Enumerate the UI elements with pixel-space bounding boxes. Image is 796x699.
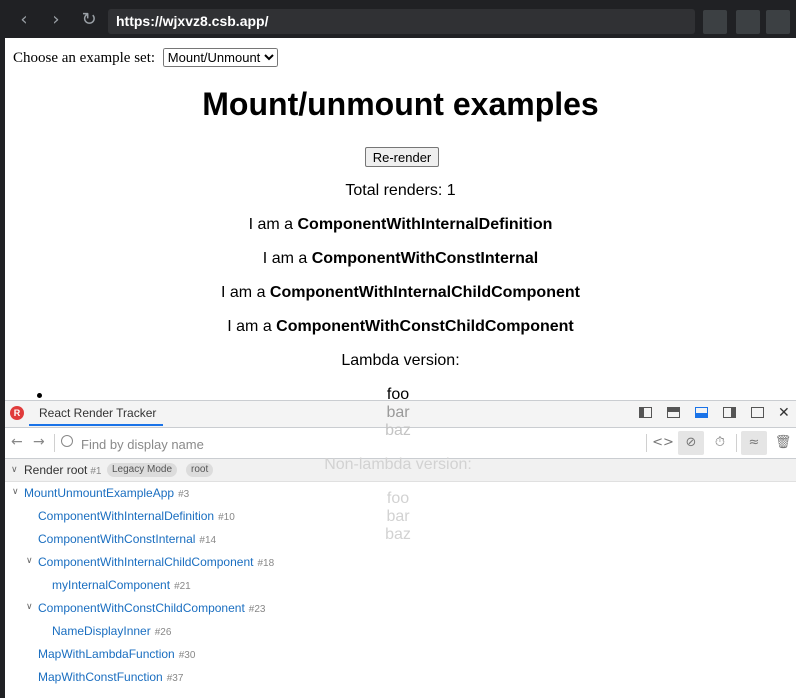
nonlambda-list-item: bar: [386, 508, 410, 525]
tree-item[interactable]: myInternalComponent #21: [52, 578, 191, 592]
reload-icon[interactable]: ↻: [78, 9, 100, 31]
tree-item[interactable]: NameDisplayInner #26: [52, 624, 171, 638]
component-name: ComponentWithConstChildComponent: [276, 318, 574, 335]
devtools-panel: R React Render Tracker ✕ ← → <> ⊘ ⏱ ≈ 🗑 …: [5, 400, 796, 699]
windows-icon[interactable]: [766, 10, 790, 34]
component-line: I am a ComponentWithConstChildComponent: [5, 318, 796, 336]
forward-icon[interactable]: ›: [45, 9, 67, 31]
url-text: https://wjxvz8.csb.app/: [116, 13, 269, 29]
total-renders: Total renders: 1: [345, 182, 456, 199]
line-prefix: I am a: [262, 250, 312, 267]
component-name: MapWithLambdaFunction: [38, 647, 175, 661]
line-prefix: I am a: [221, 284, 270, 301]
component-name: ComponentWithInternalChildComponent: [269, 284, 580, 301]
lambda-list-item: bar: [386, 404, 410, 421]
example-set-chooser: Choose an example set: Mount/Unmount: [13, 48, 278, 67]
component-name: ComponentWithInternalChildComponent: [38, 555, 254, 569]
nonlambda-list-item: foo: [386, 490, 410, 507]
back-icon[interactable]: ‹: [13, 9, 35, 31]
line-prefix: I am a: [227, 318, 277, 335]
browser-toolbar: ‹ › ↻ https://wjxvz8.csb.app/: [0, 0, 796, 38]
tree-item[interactable]: MapWithConstFunction #37: [38, 670, 183, 684]
component-name: ComponentWithConstInternal: [311, 250, 539, 267]
extension-icon[interactable]: [703, 10, 727, 34]
component-name: myInternalComponent: [52, 578, 171, 592]
component-id: #37: [166, 673, 184, 684]
component-line: I am a ComponentWithInternalChildCompone…: [5, 284, 796, 302]
rerender-button[interactable]: Re-render: [365, 147, 439, 167]
component-id: #23: [248, 604, 266, 615]
component-name: NameDisplayInner: [52, 624, 151, 638]
component-id: #21: [174, 581, 191, 592]
component-name: ComponentWithConstChildComponent: [38, 601, 245, 615]
page-content: Choose an example set: Mount/Unmount Mou…: [5, 38, 796, 400]
nonlambda-list-item: baz: [385, 526, 411, 543]
nonlambda-label: Non-lambda version:: [324, 456, 472, 473]
tree-item[interactable]: ComponentWithInternalChildComponent #18: [38, 555, 274, 569]
lambda-label: Lambda version:: [341, 352, 460, 369]
component-line: I am a ComponentWithInternalDefinition: [5, 216, 796, 234]
line-prefix: I am a: [248, 216, 298, 233]
choose-label: Choose an example set:: [13, 50, 156, 66]
component-name: ComponentWithInternalDefinition: [297, 216, 553, 233]
address-bar[interactable]: https://wjxvz8.csb.app/: [108, 9, 695, 34]
component-id: #30: [178, 650, 196, 661]
lambda-list-item: baz: [385, 422, 411, 439]
tree-item[interactable]: MapWithLambdaFunction #30: [38, 647, 195, 661]
tree-item[interactable]: ComponentWithConstChildComponent #23: [38, 601, 265, 615]
component-id: #26: [154, 627, 172, 638]
example-set-select[interactable]: Mount/Unmount: [162, 48, 278, 67]
component-line: I am a ComponentWithConstInternal: [5, 250, 796, 268]
component-name: MapWithConstFunction: [38, 670, 163, 684]
copy-icon[interactable]: [736, 10, 760, 34]
chevron-down-icon[interactable]: ∨: [26, 602, 33, 612]
chevron-down-icon[interactable]: ∨: [26, 556, 33, 566]
page-title: Mount/unmount examples: [202, 86, 599, 122]
component-id: #18: [257, 558, 275, 569]
